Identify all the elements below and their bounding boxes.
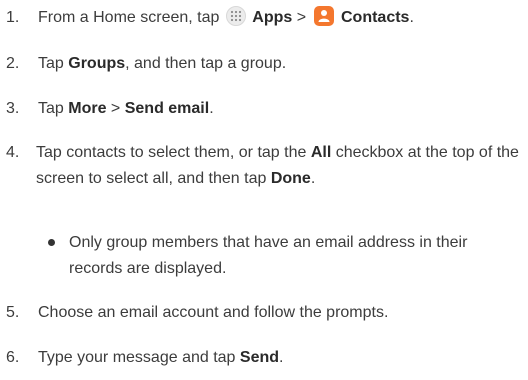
step-2: 2. Tap Groups, and then tap a group. [6, 51, 524, 77]
step-suffix: . [209, 100, 214, 117]
step-text: From a Home screen, tap [38, 9, 224, 26]
step-number: 4. [6, 144, 20, 161]
step-6: 6. Type your message and tap Send. [6, 345, 524, 371]
more-label: More [68, 100, 107, 117]
send-label: Send [239, 349, 280, 366]
step-5: 5. Choose an email account and follow the… [6, 300, 524, 326]
apps-grid-icon [225, 6, 246, 26]
step-number: 5. [6, 304, 20, 321]
send-email-label: Send email [124, 100, 210, 117]
step-text: Tap [38, 100, 69, 117]
step-text: Tap [38, 55, 69, 72]
note-text: Only group members that have an email ad… [69, 234, 468, 277]
groups-label: Groups [68, 55, 126, 72]
step-3: 3. Tap More > Send email. [6, 96, 524, 122]
separator: > [292, 9, 311, 26]
step-1: 1. From a Home screen, tap Apps > Contact… [6, 5, 524, 31]
all-label: All [310, 144, 332, 161]
done-label: Done [270, 170, 311, 187]
step-suffix: , and then tap a group. [125, 55, 287, 72]
step-suffix: . [409, 9, 414, 26]
contacts-label: Contacts [340, 9, 410, 26]
step-suffix: . [310, 170, 316, 187]
separator: > [106, 100, 125, 117]
step-suffix: . [279, 349, 284, 366]
step-number: 1. [6, 9, 20, 26]
step-number: 6. [6, 349, 20, 366]
contacts-person-icon [313, 6, 334, 26]
step-4: Tap contacts to select them, or tap the … [36, 140, 524, 192]
apps-label: Apps [252, 9, 293, 26]
step-text: Tap contacts to select them, or tap the [36, 144, 311, 161]
instructions-document: 1. From a Home screen, tap Apps > Contact… [0, 0, 528, 380]
bullet-marker [48, 239, 58, 249]
step-number: 3. [6, 100, 20, 117]
step-number: 2. [6, 55, 20, 72]
step-text: Type your message and tap [38, 349, 240, 366]
step-text: Choose an email account and follow the p… [38, 304, 389, 321]
